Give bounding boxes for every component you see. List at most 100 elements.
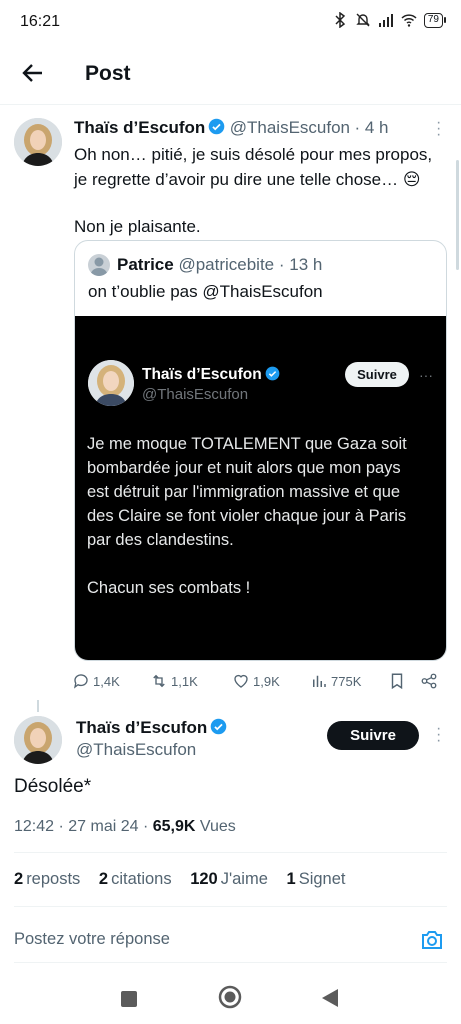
tweet-timestamp: 12:42 · 27 mai 24 · 65,9K Vues	[14, 818, 236, 836]
home-icon[interactable]	[218, 985, 242, 1009]
tweet-text-line: Oh non… pitié, je suis désolé pour mes p…	[74, 145, 433, 164]
reposts-count: 2	[14, 870, 24, 888]
reply-tweet-header: Thaïs d’Escufon @ThaisEscufon · 4 h	[74, 118, 389, 138]
bookmarks-stat[interactable]: 1 Signet	[287, 870, 346, 888]
verified-badge-icon	[209, 118, 225, 135]
top-app-bar: Post	[0, 48, 461, 102]
bluetooth-icon	[335, 12, 346, 28]
likes-stat[interactable]: 120 J'aime	[190, 870, 268, 888]
bookmarks-count: 1	[286, 870, 296, 888]
screenshot-closing-line: Chacun ses combats !	[87, 579, 251, 597]
quotes-count: 2	[98, 870, 109, 888]
timestamp-text: 12:42 · 27 mai 24 ·	[14, 818, 153, 835]
screenshot-tweet-body: Je me moque TOTALEMENT que Gaza soit bom…	[87, 432, 437, 600]
screenshot-line: est détruit par l'immigration massive et…	[87, 483, 401, 501]
share-button[interactable]	[420, 672, 438, 690]
screenshot-handle: @ThaisEscufon	[142, 386, 249, 403]
verified-badge-icon	[211, 718, 227, 735]
divider	[14, 906, 447, 907]
main-tweet-author: Thaïs d’Escufon	[76, 718, 227, 738]
back-nav-icon[interactable]	[321, 988, 339, 1008]
status-time: 16:21	[20, 13, 61, 30]
screenshot-author: Thaïs d’Escufon	[142, 366, 280, 384]
quoted-author-handle: @patricebite	[178, 255, 275, 274]
bookmark-icon	[391, 673, 403, 690]
tweet-text-line: je regrette d’avoir pu dire une telle ch…	[74, 170, 421, 189]
tweet-stats: 2 reposts 2 citations 120 J'aime 1 Signet	[14, 870, 359, 889]
views-label: Vues	[195, 818, 236, 835]
screenshot-avatar	[88, 360, 134, 406]
views-count: 775K	[331, 673, 362, 689]
page-title: Post	[85, 62, 131, 85]
bookmark-button[interactable]	[388, 672, 406, 690]
quoted-tweet-time: · 13 h	[278, 255, 323, 274]
reposts-stat[interactable]: 2 reposts	[14, 870, 80, 888]
follow-button[interactable]: Suivre	[327, 721, 419, 750]
repost-button[interactable]: 1,1K	[150, 672, 198, 690]
like-button[interactable]: 1,9K	[232, 672, 280, 690]
repost-icon	[153, 674, 165, 688]
scrollbar[interactable]	[456, 160, 459, 270]
mute-icon	[356, 13, 370, 27]
author-name[interactable]: Thaïs d’Escufon	[74, 118, 205, 137]
tweet-time: · 4 h	[354, 118, 389, 137]
more-options-icon[interactable]: · · ·	[436, 115, 441, 143]
signal-icon	[378, 14, 393, 27]
quoted-screenshot-image[interactable]: Thaïs d’Escufon @ThaisEscufon Suivre ···…	[75, 316, 446, 660]
views-count: 65,9K	[152, 818, 196, 835]
camera-icon[interactable]	[420, 928, 444, 952]
avatar[interactable]	[14, 118, 62, 166]
wifi-icon	[401, 14, 417, 27]
tweet-actions-bar: 1,4K 1,1K 1,9K 775K	[72, 670, 452, 694]
like-count: 1,9K	[253, 673, 280, 689]
views-button[interactable]: 775K	[310, 672, 361, 690]
reply-count: 1,4K	[93, 673, 120, 689]
avatar-image	[14, 716, 62, 764]
status-bar: 16:21 79	[0, 0, 461, 44]
tweet-text-line: Non je plaisante.	[74, 217, 201, 236]
author-handle[interactable]: @ThaisEscufon	[230, 118, 350, 137]
divider	[14, 962, 447, 963]
likes-label: J'aime	[220, 870, 268, 888]
system-nav-bar	[0, 982, 461, 1024]
share-icon	[421, 673, 437, 689]
more-options-icon: ···	[419, 367, 433, 383]
verified-badge-icon	[265, 366, 280, 381]
battery-indicator: 79	[423, 12, 447, 28]
tweet-text: Oh non… pitié, je suis désolé pour mes p…	[74, 142, 454, 239]
avatar[interactable]	[14, 716, 62, 764]
quotes-stat[interactable]: 2 citations	[99, 870, 172, 888]
quoted-tweet-header: Patrice @patricebite · 13 h	[88, 254, 322, 276]
quotes-label: citations	[111, 870, 172, 888]
avatar-image	[88, 360, 134, 406]
reply-input[interactable]: Postez votre réponse	[14, 930, 170, 949]
header-divider	[0, 104, 461, 105]
quoted-author-name: Patrice	[117, 255, 174, 274]
repost-count: 1,1K	[171, 673, 198, 689]
screenshot-author-name: Thaïs d’Escufon	[142, 366, 262, 383]
bookmarks-label: Signet	[298, 870, 346, 888]
quoted-tweet-text: on t’oublie pas @ThaisEscufon	[88, 282, 323, 301]
quoted-avatar	[88, 254, 110, 276]
screenshot-line: Je me moque TOTALEMENT que Gaza soit	[87, 435, 407, 453]
recent-apps-icon[interactable]	[120, 990, 138, 1008]
avatar-image	[14, 118, 62, 166]
screenshot-follow-button: Suivre	[345, 362, 409, 387]
divider	[14, 852, 447, 853]
more-options-icon[interactable]: · · ·	[436, 721, 441, 749]
main-tweet-text: Désolée*	[14, 776, 92, 797]
default-avatar-icon	[90, 257, 108, 276]
reply-button[interactable]: 1,4K	[72, 672, 120, 690]
reposts-label: reposts	[26, 870, 81, 888]
author-handle[interactable]: @ThaisEscufon	[76, 740, 196, 760]
reply-icon	[73, 674, 88, 689]
screenshot-line: par des clandestins.	[87, 531, 234, 549]
likes-count: 120	[190, 870, 218, 888]
quoted-tweet-card[interactable]: Patrice @patricebite · 13 h on t’oublie …	[74, 240, 447, 661]
thread-connector	[37, 700, 39, 712]
author-name[interactable]: Thaïs d’Escufon	[76, 718, 207, 737]
screenshot-line: des Claire se font violer chaque jour à …	[87, 507, 407, 525]
heart-icon	[234, 674, 248, 688]
back-arrow-icon[interactable]	[20, 60, 46, 86]
views-chart-icon	[313, 675, 326, 687]
